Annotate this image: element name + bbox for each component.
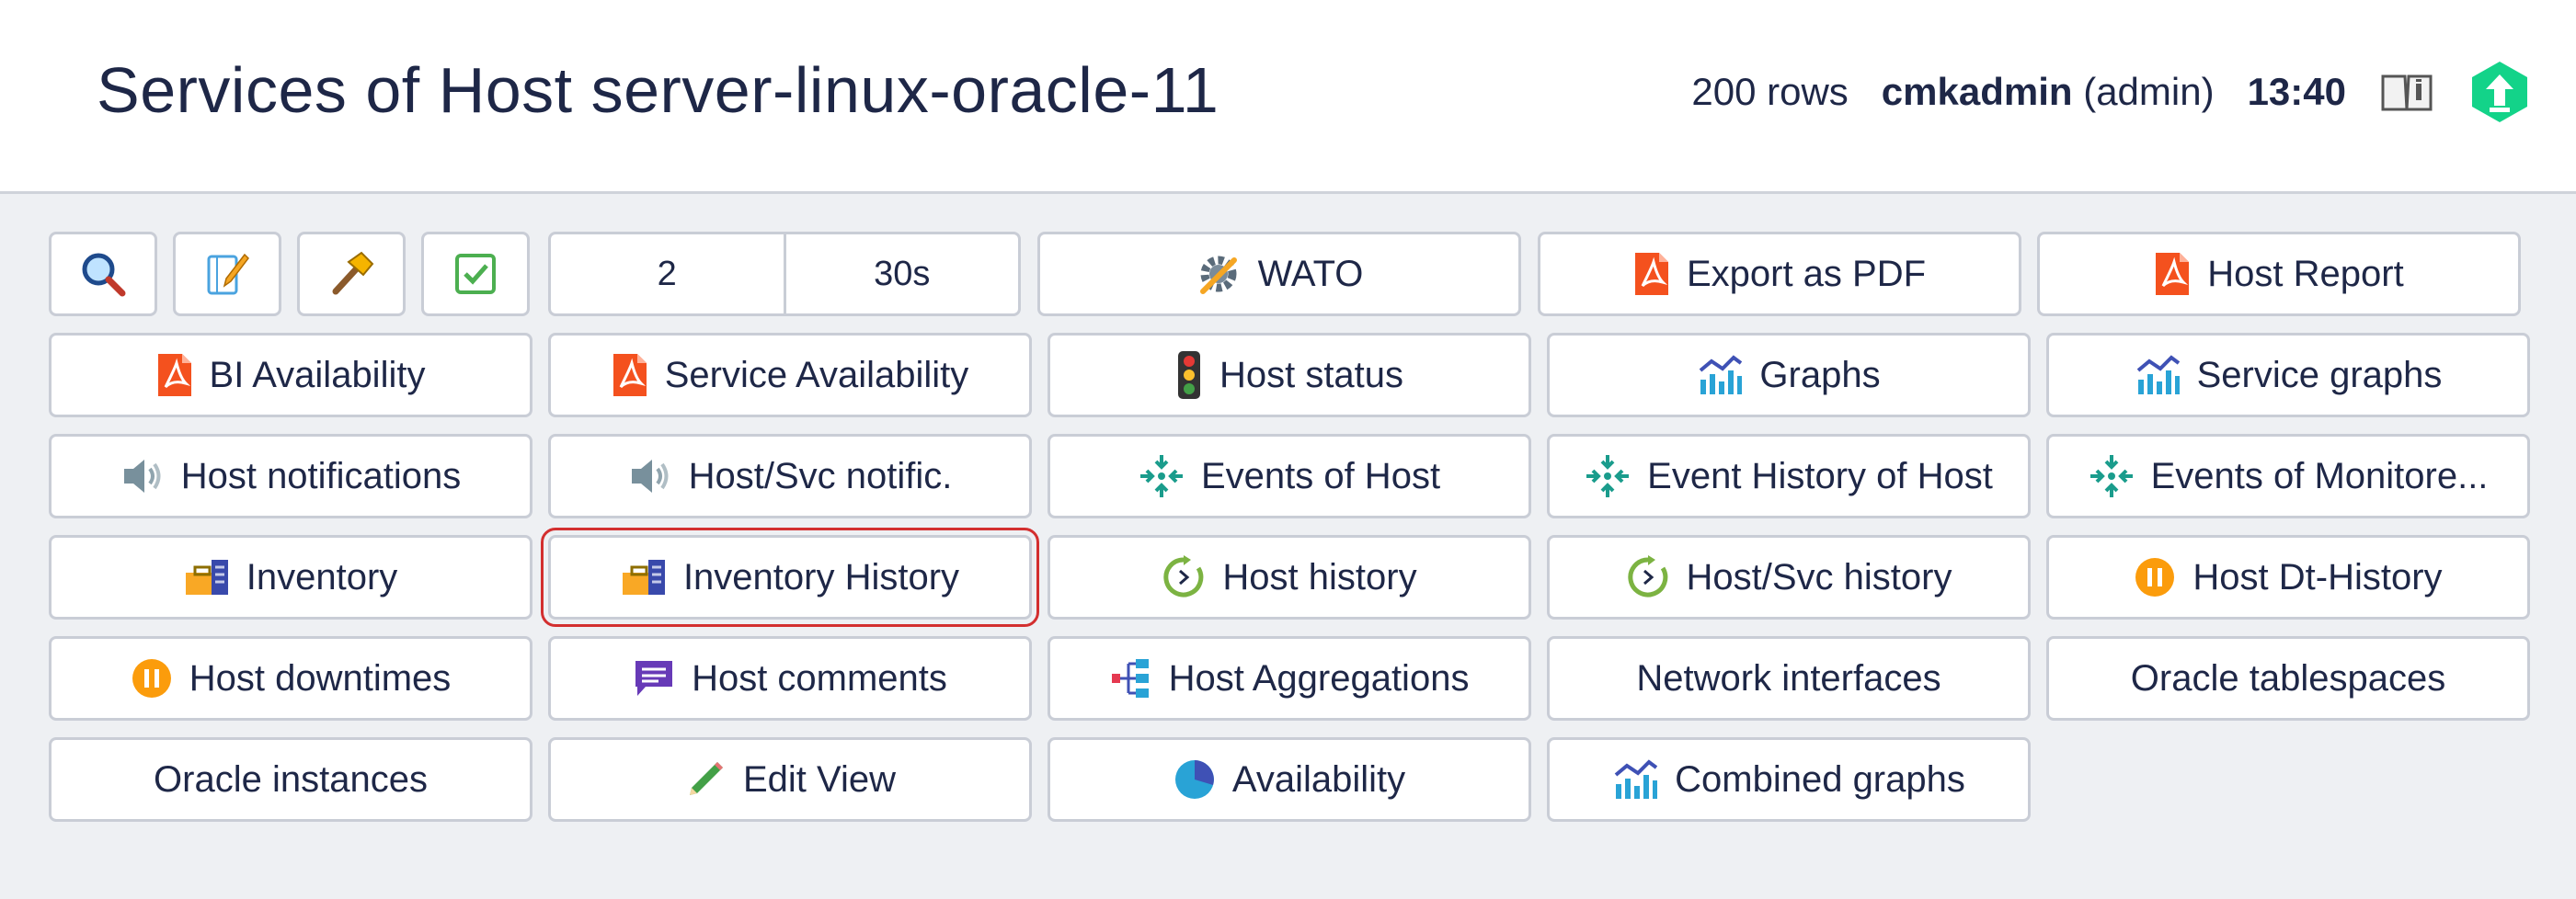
hammer-icon [332,251,374,295]
status-area: 200 rows cmkadmin (admin) 13:40 [1691,55,2532,129]
oracle-instances-button[interactable]: Oracle instances [49,737,532,822]
host-downtimes-label: Host downtimes [189,657,452,699]
commands-button[interactable] [297,232,406,316]
inventory-button[interactable]: Inventory [49,535,532,620]
pdf-icon [1634,253,1668,295]
refresh-interval[interactable]: 30s [783,234,1019,313]
history-icon [1163,555,1204,597]
network-interfaces-label: Network interfaces [1636,657,1941,699]
host-aggregations-button[interactable]: Host Aggregations [1048,636,1531,721]
speaker-icon [631,460,669,493]
wato-button[interactable]: WATO [1037,232,1521,316]
history-icon [1627,555,1667,597]
pdf-icon [613,354,647,396]
graph-icon [1700,355,1743,394]
host-svc-history-button[interactable]: Host/Svc history [1547,535,2031,620]
oracle-tablespaces-button[interactable]: Oracle tablespaces [2046,636,2530,721]
events-of-host-button[interactable]: Events of Host [1048,434,1531,518]
inventory-history-button[interactable]: Inventory History [541,528,1039,627]
search-icon [82,253,126,297]
combined-graphs-label: Combined graphs [1675,758,1965,800]
availability-button[interactable]: Availability [1048,737,1531,822]
host-history-button[interactable]: Host history [1048,535,1531,620]
user-role: (admin) [2083,70,2215,113]
events-of-monitored-button[interactable]: Events of Monitore... [2046,434,2530,518]
page-title: Services of Host server-linux-oracle-11 [97,54,1219,126]
host-dt-history-button[interactable]: Host Dt-History [2046,535,2530,620]
host-report-button[interactable]: Host Report [2037,232,2521,316]
host-status-button[interactable]: Host status [1048,333,1531,417]
oracle-instances-label: Oracle instances [154,758,428,800]
refresh-selector[interactable]: 2 30s [548,232,1021,316]
downtime-icon [132,659,171,698]
edit-view-label: Edit View [742,758,896,800]
host-notifications-button[interactable]: Host notifications [49,434,532,518]
event-console-icon [1139,455,1183,497]
checkbox-icon [455,254,496,294]
host-report-label: Host Report [2207,253,2404,294]
refresh-count[interactable]: 2 [551,234,784,313]
pdf-icon [157,354,191,396]
host-comments-label: Host comments [692,657,947,699]
row-count: 200 rows [1691,70,1849,113]
event-history-of-host-button[interactable]: Event History of Host [1547,434,2031,518]
events-of-monitored-label: Events of Monitore... [2150,455,2489,496]
clock: 13:40 [2247,70,2346,113]
event-console-icon [1586,455,1630,497]
edit-view-button[interactable]: Edit View [548,737,1032,822]
inventory-icon [185,560,228,595]
inventory-icon [622,560,665,595]
inventory-history-label: Inventory History [682,556,960,597]
host-svc-notific-button[interactable]: Host/Svc notific. [548,434,1032,518]
export-pdf-label: Export as PDF [1686,253,1927,294]
bi-availability-label: BI Availability [209,354,426,395]
graph-icon [2136,355,2180,394]
checkboxes-button[interactable] [421,232,530,316]
search-button[interactable] [49,232,157,316]
edit-icon [207,253,249,295]
user-info[interactable]: cmkadmin (admin) [1882,70,2215,114]
graph-icon [1614,759,1658,799]
host-comments-button[interactable]: Host comments [548,636,1032,721]
graphs-button[interactable]: Graphs [1547,333,2031,417]
network-interfaces-button[interactable]: Network interfaces [1547,636,2031,721]
checkmk-logo-icon[interactable] [2467,60,2532,124]
edit-button[interactable] [173,232,281,316]
host-status-label: Host status [1219,354,1404,395]
availability-label: Availability [1231,758,1406,800]
header-bar: Services of Host server-linux-oracle-11 … [0,0,2576,194]
event-history-of-host-label: Event History of Host [1647,455,1993,496]
service-availability-button[interactable]: Service Availability [548,333,1032,417]
service-graphs-button[interactable]: Service graphs [2046,333,2530,417]
pencil-icon [689,762,723,795]
bi-availability-button[interactable]: BI Availability [49,333,532,417]
traffic-light-icon [1177,351,1200,399]
events-of-host-label: Events of Host [1200,455,1441,496]
graphs-label: Graphs [1759,354,1881,395]
downtime-icon [2135,558,2175,597]
gear-icon [1199,256,1237,294]
export-pdf-button[interactable]: Export as PDF [1538,232,2021,316]
host-svc-history-label: Host/Svc history [1686,556,1952,597]
pdf-icon [2156,253,2190,295]
wato-label: WATO [1257,253,1364,294]
host-notifications-label: Host notifications [180,455,462,496]
book-icon[interactable] [2379,69,2434,115]
oracle-tablespaces-label: Oracle tablespaces [2130,657,2446,699]
host-aggregations-label: Host Aggregations [1168,657,1470,699]
aggregation-icon [1111,659,1149,698]
pie-chart-icon [1174,760,1214,799]
user-name: cmkadmin [1881,70,2073,113]
host-svc-notific-label: Host/Svc notific. [688,455,953,496]
inventory-label: Inventory [246,556,398,597]
host-downtimes-button[interactable]: Host downtimes [49,636,532,721]
service-availability-label: Service Availability [664,354,969,395]
speaker-icon [123,460,161,493]
host-history-label: Host history [1222,556,1417,597]
host-dt-history-label: Host Dt-History [2192,556,2443,597]
service-graphs-label: Service graphs [2196,354,2443,395]
event-console-icon [2089,455,2133,497]
combined-graphs-button[interactable]: Combined graphs [1547,737,2031,822]
comment-icon [635,661,673,696]
